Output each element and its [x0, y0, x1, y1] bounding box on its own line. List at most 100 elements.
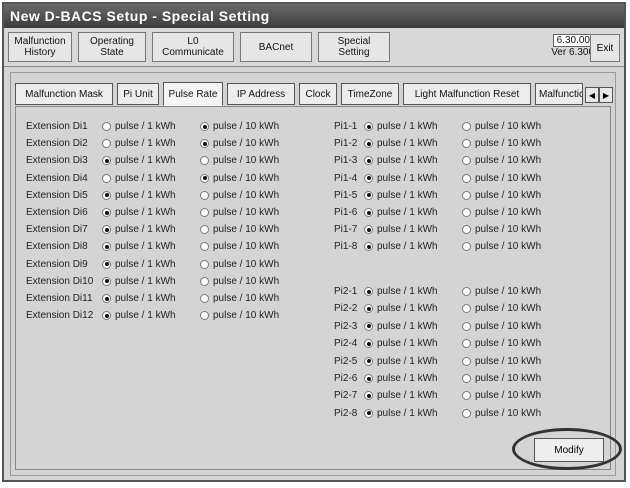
- pulse-1kwh-radio[interactable]: pulse / 1 kWh: [364, 373, 438, 384]
- subtab-clock[interactable]: Clock: [299, 83, 337, 105]
- pulse-10kwh-radio[interactable]: pulse / 10 kWh: [462, 408, 541, 419]
- radio-unselected-icon: [462, 408, 471, 418]
- subtab-pi-unit[interactable]: Pi Unit: [117, 83, 159, 105]
- pulse-1kwh-radio[interactable]: pulse / 1 kWh: [364, 321, 438, 332]
- pulse-1kwh-radio[interactable]: pulse / 1 kWh: [102, 190, 176, 201]
- radio-selected-icon: [200, 173, 209, 183]
- tab-bacnet[interactable]: BACnet: [240, 32, 312, 62]
- pulse-10kwh-radio[interactable]: pulse / 10 kWh: [462, 373, 541, 384]
- tab-lo-communicate[interactable]: L0 Communicate: [152, 32, 234, 62]
- radio-label: pulse / 10 kWh: [475, 224, 542, 236]
- pulse-1kwh-radio[interactable]: pulse / 1 kWh: [102, 138, 176, 149]
- radio-selected-icon: [364, 122, 373, 131]
- pulse-1kwh-radio[interactable]: pulse / 1 kWh: [102, 276, 176, 287]
- pulse-1kwh-radio[interactable]: pulse / 1 kWh: [364, 190, 438, 201]
- subtab-timezone[interactable]: TimeZone: [341, 83, 399, 105]
- pulse-10kwh-radio[interactable]: pulse / 10 kWh: [462, 321, 541, 332]
- pulse-rate-row: Pi2-3 pulse / 1 kWh pulse / 10 kWh: [334, 318, 552, 335]
- pulse-1kwh-radio[interactable]: pulse / 1 kWh: [102, 293, 176, 304]
- tab-scroll-left-icon[interactable]: ◀: [585, 87, 599, 103]
- pulse-1kwh-radio[interactable]: pulse / 1 kWh: [364, 408, 438, 419]
- radio-label: pulse / 10 kWh: [475, 172, 542, 184]
- radio-selected-icon: [364, 391, 373, 401]
- radio-selected-icon: [364, 208, 373, 217]
- row-label: Extension Di7: [26, 224, 88, 236]
- pulse-10kwh-radio[interactable]: pulse / 10 kWh: [462, 356, 541, 367]
- pulse-10kwh-radio[interactable]: pulse / 10 kWh: [200, 121, 279, 132]
- tab-malfunction-history[interactable]: Malfunction History: [8, 32, 72, 62]
- pulse-10kwh-radio[interactable]: pulse / 10 kWh: [462, 241, 541, 252]
- tab-special-setting[interactable]: Special Setting: [318, 32, 390, 62]
- subtab-ip-address[interactable]: IP Address: [227, 83, 295, 105]
- radio-selected-icon: [102, 156, 111, 166]
- pulse-10kwh-radio[interactable]: pulse / 10 kWh: [200, 173, 279, 184]
- pulse-1kwh-radio[interactable]: pulse / 1 kWh: [102, 173, 176, 184]
- radio-selected-icon: [364, 374, 373, 383]
- radio-unselected-icon: [462, 190, 471, 200]
- pulse-10kwh-radio[interactable]: pulse / 10 kWh: [200, 276, 279, 287]
- pulse-1kwh-radio[interactable]: pulse / 1 kWh: [102, 224, 176, 235]
- radio-label: pulse / 1 kWh: [377, 121, 438, 132]
- pulse-10kwh-radio[interactable]: pulse / 10 kWh: [462, 190, 541, 201]
- subtab-light-malfunction-reset[interactable]: Light Malfunction Reset: [403, 83, 531, 105]
- pulse-rate-row: Pi1-1 pulse / 1 kWh pulse / 10 kWh: [334, 118, 552, 135]
- pulse-1kwh-radio[interactable]: pulse / 1 kWh: [364, 224, 438, 235]
- pulse-1kwh-radio[interactable]: pulse / 1 kWh: [364, 155, 438, 166]
- radio-label: pulse / 10 kWh: [213, 241, 280, 253]
- pulse-10kwh-radio[interactable]: pulse / 10 kWh: [200, 293, 279, 304]
- pulse-rate-row: Extension Di10 pulse / 1 kWh pulse / 10 kW…: [26, 273, 290, 290]
- radio-label: pulse / 10 kWh: [475, 121, 542, 132]
- pulse-1kwh-radio[interactable]: pulse / 1 kWh: [364, 303, 438, 314]
- pulse-10kwh-radio[interactable]: pulse / 10 kWh: [462, 224, 541, 235]
- radio-label: pulse / 10 kWh: [213, 155, 280, 167]
- radio-label: pulse / 1 kWh: [377, 407, 438, 419]
- radio-label: pulse / 1 kWh: [115, 258, 176, 270]
- row-label: Pi1-3: [334, 155, 358, 167]
- pulse-10kwh-radio[interactable]: pulse / 10 kWh: [462, 138, 541, 149]
- pulse-1kwh-radio[interactable]: pulse / 1 kWh: [102, 310, 176, 321]
- pulse-1kwh-radio[interactable]: pulse / 1 kWh: [364, 121, 438, 132]
- pulse-1kwh-radio[interactable]: pulse / 1 kWh: [102, 207, 176, 218]
- pulse-1kwh-radio[interactable]: pulse / 1 kWh: [364, 390, 438, 401]
- pulse-10kwh-radio[interactable]: pulse / 10 kWh: [462, 121, 541, 132]
- pulse-10kwh-radio[interactable]: pulse / 10 kWh: [462, 286, 541, 297]
- pulse-10kwh-radio[interactable]: pulse / 10 kWh: [462, 155, 541, 166]
- pulse-1kwh-radio[interactable]: pulse / 1 kWh: [102, 259, 176, 270]
- pulse-1kwh-radio[interactable]: pulse / 1 kWh: [364, 286, 438, 297]
- pulse-10kwh-radio[interactable]: pulse / 10 kWh: [200, 241, 279, 252]
- pulse-10kwh-radio[interactable]: pulse / 10 kWh: [200, 207, 279, 218]
- pulse-1kwh-radio[interactable]: pulse / 1 kWh: [364, 338, 438, 349]
- pulse-10kwh-radio[interactable]: pulse / 10 kWh: [200, 190, 279, 201]
- top-tab-bar: Malfunction History Operating State L0 Comm…: [4, 28, 624, 67]
- pulse-1kwh-radio[interactable]: pulse / 1 kWh: [102, 121, 176, 132]
- pulse-1kwh-radio[interactable]: pulse / 1 kWh: [364, 138, 438, 149]
- pulse-10kwh-radio[interactable]: pulse / 10 kWh: [200, 259, 279, 270]
- pulse-10kwh-radio[interactable]: pulse / 10 kWh: [462, 390, 541, 401]
- radio-unselected-icon: [200, 156, 209, 166]
- pulse-1kwh-radio[interactable]: pulse / 1 kWh: [364, 356, 438, 367]
- pulse-1kwh-radio[interactable]: pulse / 1 kWh: [102, 241, 176, 252]
- pulse-1kwh-radio[interactable]: pulse / 1 kWh: [102, 155, 176, 166]
- subtab-malfunction[interactable]: Malfunctic: [535, 83, 583, 105]
- tab-scroll-right-icon[interactable]: ▶: [599, 87, 613, 103]
- pulse-10kwh-radio[interactable]: pulse / 10 kWh: [462, 338, 541, 349]
- tab-operating-state[interactable]: Operating State: [78, 32, 146, 62]
- row-label: Pi1-8: [334, 241, 358, 253]
- pulse-10kwh-radio[interactable]: pulse / 10 kWh: [200, 155, 279, 166]
- pulse-10kwh-radio[interactable]: pulse / 10 kWh: [200, 310, 279, 321]
- pulse-1kwh-radio[interactable]: pulse / 1 kWh: [364, 173, 438, 184]
- pulse-10kwh-radio[interactable]: pulse / 10 kWh: [200, 224, 279, 235]
- subtab-pulse-rate[interactable]: Pulse Rate: [163, 82, 223, 106]
- subtab-malfunction-mask[interactable]: Malfunction Mask: [15, 83, 113, 105]
- pulse-1kwh-radio[interactable]: pulse / 1 kWh: [364, 241, 438, 252]
- radio-label: pulse / 1 kWh: [377, 320, 438, 332]
- pulse-1kwh-radio[interactable]: pulse / 1 kWh: [364, 207, 438, 218]
- radio-unselected-icon: [462, 139, 471, 149]
- pulse-rate-row: Pi2-1 pulse / 1 kWh pulse / 10 kWh: [334, 283, 552, 300]
- pulse-10kwh-radio[interactable]: pulse / 10 kWh: [200, 138, 279, 149]
- pulse-10kwh-radio[interactable]: pulse / 10 kWh: [462, 303, 541, 314]
- pulse-10kwh-radio[interactable]: pulse / 10 kWh: [462, 207, 541, 218]
- radio-label: pulse / 1 kWh: [377, 155, 438, 167]
- exit-button[interactable]: Exit: [590, 34, 620, 62]
- pulse-10kwh-radio[interactable]: pulse / 10 kWh: [462, 173, 541, 184]
